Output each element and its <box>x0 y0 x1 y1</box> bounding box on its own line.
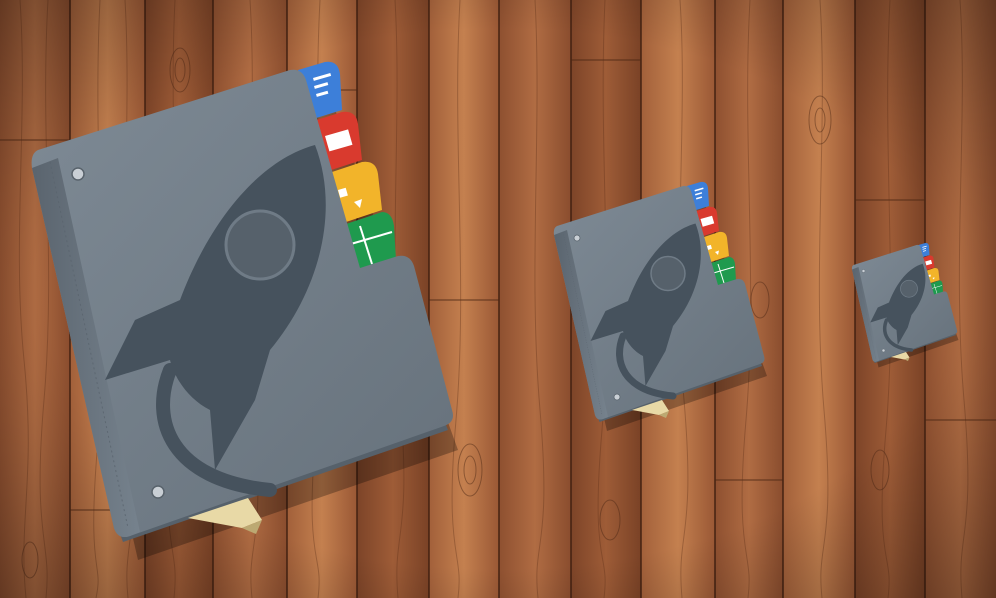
launchpad-binder-icon-small <box>850 241 961 370</box>
wood-background-scene <box>0 0 996 598</box>
